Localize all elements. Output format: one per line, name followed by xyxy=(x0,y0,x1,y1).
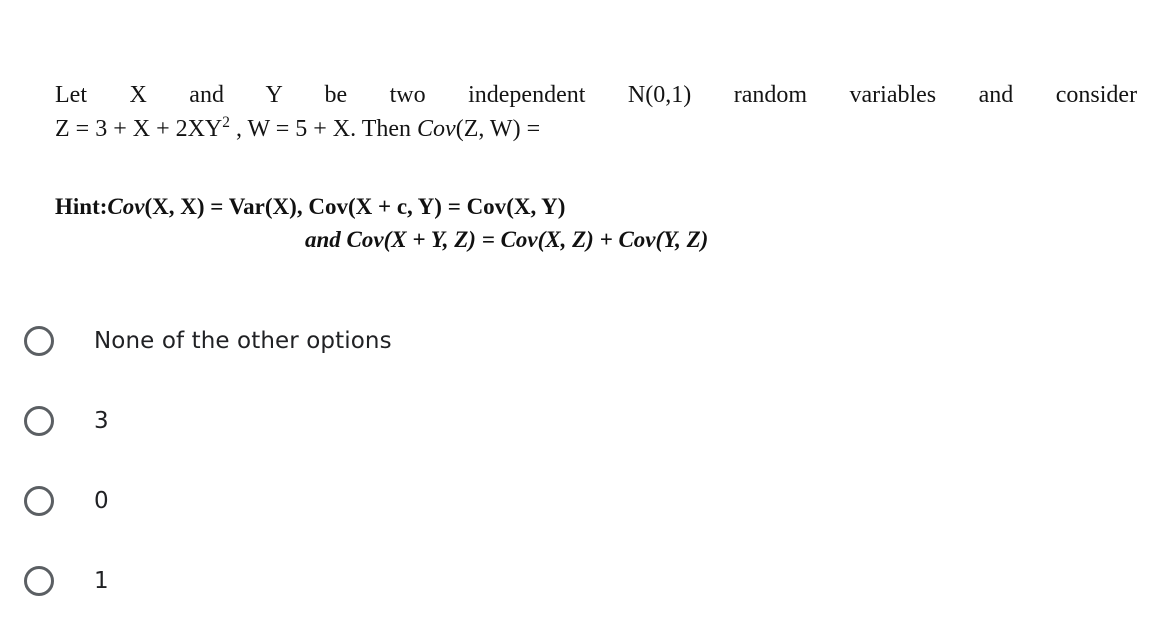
hint-cov-3-args: (X, Y) xyxy=(506,194,566,219)
stem-word-and-2: and xyxy=(978,82,1014,108)
hint-word-and: and xyxy=(305,227,347,253)
cov-arguments: (Z, W) = xyxy=(455,115,541,142)
question-stem: Let X and Y be two independent N(0,1) ra… xyxy=(55,80,1137,145)
hint-cov-3: Cov xyxy=(466,194,507,219)
hint-cov-4: Cov xyxy=(346,227,384,253)
stem-word-let: Let xyxy=(55,82,87,108)
hint-line-2: and Cov(X + Y, Z) = Cov(X, Z) + Cov(Y, Z… xyxy=(55,223,1115,256)
hint-cov-1-args: (X, X) = xyxy=(144,194,229,219)
stem-variable-x: X xyxy=(129,82,147,108)
cov-operator: Cov xyxy=(417,115,456,142)
hint-cov-1: Cov xyxy=(107,194,145,219)
option-row-1[interactable]: 1 xyxy=(24,541,724,621)
stem-word-two: two xyxy=(389,82,426,108)
option-row-0[interactable]: 0 xyxy=(24,461,724,541)
option-label: 3 xyxy=(94,408,109,434)
hint-cov-6-args: (Y, Z) xyxy=(655,227,709,253)
hint-var-term: Var(X), xyxy=(228,194,309,219)
option-row-none-of-the-other-options[interactable]: None of the other options xyxy=(24,301,724,381)
option-label: None of the other options xyxy=(94,328,392,354)
radio-button-icon[interactable] xyxy=(24,566,54,596)
exponent-two: 2 xyxy=(222,113,230,131)
stem-word-consider: consider xyxy=(1055,82,1138,108)
stem-word-be: be xyxy=(324,82,348,108)
question-stem-line-1: Let X and Y be two independent N(0,1) ra… xyxy=(55,80,1137,112)
option-row-3[interactable]: 3 xyxy=(24,381,724,461)
hint-block: Hint:Cov(X, X) = Var(X), Cov(X + c, Y) =… xyxy=(55,190,1115,257)
hint-cov-5: Cov xyxy=(500,227,538,253)
hint-label: Hint: xyxy=(55,194,108,219)
stem-word-and: and xyxy=(189,82,224,108)
radio-button-icon[interactable] xyxy=(24,406,54,436)
question-page: Let X and Y be two independent N(0,1) ra… xyxy=(0,0,1173,632)
hint-cov-5-args: (X, Z) + xyxy=(537,227,619,253)
hint-cov-6: Cov xyxy=(618,227,656,253)
radio-button-icon[interactable] xyxy=(24,326,54,356)
question-stem-line-2: Z = 3 + X + 2XY2 , W = 5 + X. Then Cov(Z… xyxy=(55,114,1137,146)
stem-word-random: random xyxy=(733,82,808,108)
hint-cov-2-args: (X + c, Y) = xyxy=(347,194,467,219)
hint-cov-4-args: (X + Y, Z) = xyxy=(383,227,501,253)
hint-line-1: Hint:Cov(X, X) = Var(X), Cov(X + c, Y) =… xyxy=(55,190,1115,223)
option-label: 0 xyxy=(94,488,109,514)
stem-distribution-normal: N(0,1) xyxy=(627,82,692,108)
option-label: 1 xyxy=(94,568,109,594)
answer-options-list: None of the other options 3 0 1 xyxy=(24,301,724,621)
hint-cov-2: Cov xyxy=(308,194,348,219)
definition-w: , W = 5 + X. Then xyxy=(229,115,418,142)
stem-variable-y: Y xyxy=(265,82,282,108)
radio-button-icon[interactable] xyxy=(24,486,54,516)
stem-word-independent: independent xyxy=(468,82,586,108)
definition-z: Z = 3 + X + 2XY xyxy=(55,115,223,142)
stem-word-variables: variables xyxy=(849,82,937,108)
